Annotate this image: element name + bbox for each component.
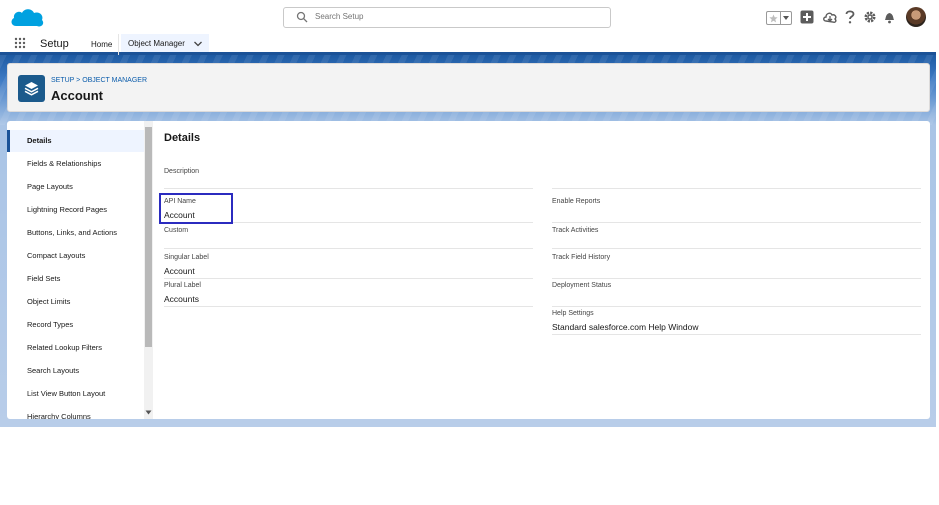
tab-object-manager-label: Object Manager bbox=[128, 39, 185, 48]
divider bbox=[164, 278, 533, 279]
divider bbox=[164, 306, 533, 307]
app-name: Setup bbox=[40, 38, 69, 50]
divider bbox=[552, 334, 921, 335]
setup-gear-icon[interactable] bbox=[863, 10, 877, 24]
page-title: Account bbox=[51, 88, 103, 103]
object-header: SETUP > OBJECT MANAGER Account bbox=[7, 63, 930, 112]
scroll-down-arrow-icon[interactable] bbox=[145, 409, 152, 416]
api-name-highlight-box bbox=[159, 193, 233, 224]
custom-label: Custom bbox=[164, 227, 189, 234]
divider bbox=[552, 188, 921, 189]
plural-label-label: Plural Label bbox=[164, 282, 201, 289]
singular-label-label: Singular Label bbox=[164, 254, 209, 261]
divider bbox=[552, 306, 921, 307]
singular-label-value: Account bbox=[164, 266, 195, 276]
favorites-button[interactable] bbox=[766, 11, 792, 25]
scrollbar-thumb[interactable] bbox=[145, 127, 152, 347]
sidebar-item-related-lookup-filters[interactable]: Related Lookup Filters bbox=[7, 337, 144, 359]
sidebar-item-fields-relationships[interactable]: Fields & Relationships bbox=[7, 153, 144, 175]
help-icon[interactable] bbox=[845, 10, 855, 24]
notifications-bell-icon[interactable] bbox=[883, 10, 896, 24]
deployment-status-label: Deployment Status bbox=[552, 282, 612, 289]
app-navigation-bar: Setup Home Object Manager bbox=[0, 34, 936, 55]
sidebar-item-lightning-record-pages[interactable]: Lightning Record Pages bbox=[7, 199, 144, 221]
user-avatar[interactable] bbox=[906, 7, 926, 27]
sidebar-item-record-types[interactable]: Record Types bbox=[7, 314, 144, 336]
track-activities-label: Track Activities bbox=[552, 227, 599, 234]
help-settings-label: Help Settings bbox=[552, 310, 594, 317]
enable-reports-label: Enable Reports bbox=[552, 198, 601, 205]
salesforce-logo[interactable] bbox=[9, 6, 45, 30]
sidebar-scrollbar[interactable] bbox=[144, 121, 153, 419]
plural-label-value: Accounts bbox=[164, 294, 199, 304]
divider bbox=[552, 278, 921, 279]
sidebar-item-details[interactable]: Details bbox=[7, 130, 144, 152]
app-launcher-icon[interactable] bbox=[14, 37, 26, 49]
help-settings-value: Standard salesforce.com Help Window bbox=[552, 322, 699, 332]
sidebar-item-page-layouts[interactable]: Page Layouts bbox=[7, 176, 144, 198]
sidebar-item-search-layouts[interactable]: Search Layouts bbox=[7, 360, 144, 382]
search-placeholder: Search Setup bbox=[315, 12, 364, 21]
details-content: Details Description API Name Account Cus… bbox=[153, 121, 930, 419]
object-manager-sidebar: Details Fields & Relationships Page Layo… bbox=[7, 128, 144, 419]
sidebar-item-buttons-links-actions[interactable]: Buttons, Links, and Actions bbox=[7, 222, 144, 244]
sidebar-item-list-view-button-layout[interactable]: List View Button Layout bbox=[7, 383, 144, 405]
sidebar-item-object-limits[interactable]: Object Limits bbox=[7, 291, 144, 313]
global-header: Search Setup bbox=[0, 0, 936, 34]
search-setup-box[interactable]: Search Setup bbox=[283, 7, 611, 28]
divider bbox=[164, 248, 533, 249]
object-layers-icon bbox=[18, 75, 45, 102]
breadcrumb[interactable]: SETUP > OBJECT MANAGER bbox=[51, 77, 147, 84]
divider bbox=[552, 222, 921, 223]
global-actions-icon[interactable] bbox=[800, 10, 814, 24]
sidebar-item-compact-layouts[interactable]: Compact Layouts bbox=[7, 245, 144, 267]
trailhead-icon[interactable] bbox=[823, 10, 838, 24]
divider bbox=[552, 248, 921, 249]
tab-object-manager[interactable]: Object Manager bbox=[121, 34, 209, 55]
sidebar-item-field-sets[interactable]: Field Sets bbox=[7, 268, 144, 290]
chevron-down-icon[interactable] bbox=[193, 39, 203, 49]
tab-home[interactable]: Home bbox=[85, 34, 120, 55]
object-detail-panel: Details Fields & Relationships Page Layo… bbox=[7, 121, 930, 419]
favorites-dropdown-icon[interactable] bbox=[781, 12, 791, 24]
sidebar-item-hierarchy-columns[interactable]: Hierarchy Columns bbox=[7, 406, 144, 419]
favorites-star-icon[interactable] bbox=[767, 12, 781, 24]
details-section-title: Details bbox=[164, 132, 201, 144]
description-label: Description bbox=[164, 168, 200, 175]
divider bbox=[164, 188, 533, 189]
search-icon bbox=[296, 11, 308, 23]
track-field-history-label: Track Field History bbox=[552, 254, 611, 261]
